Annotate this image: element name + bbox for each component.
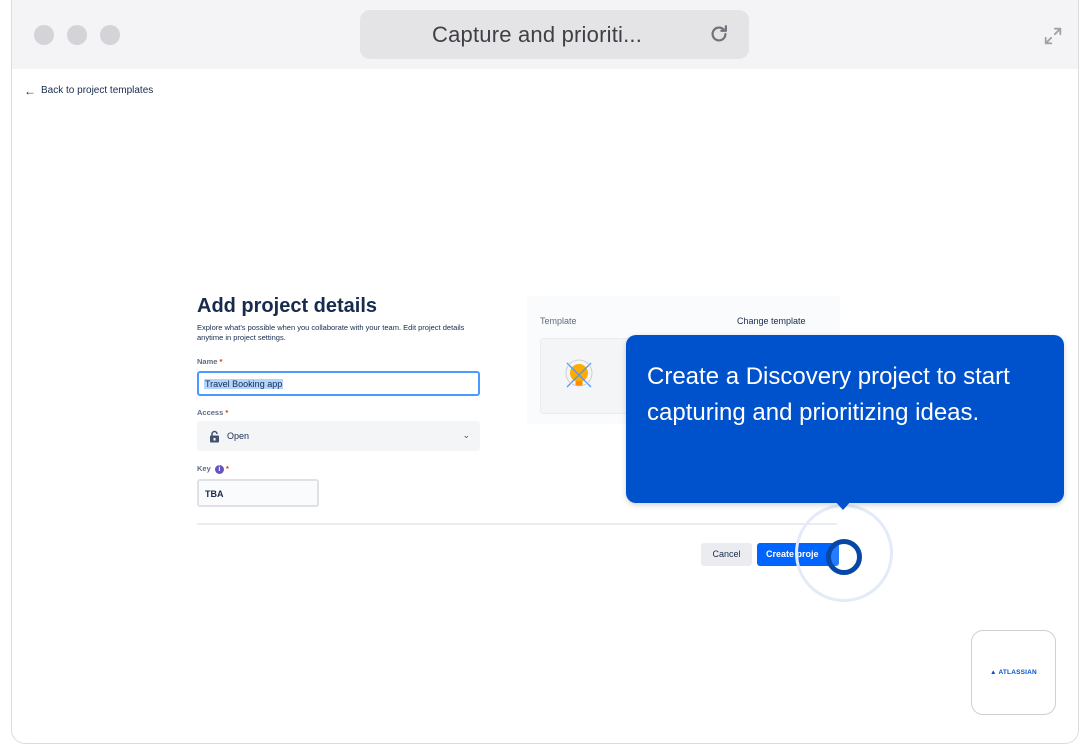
page-title: Add project details: [197, 295, 378, 317]
atlassian-badge[interactable]: ▲ ATLASSIAN: [971, 630, 1056, 715]
required-marker: *: [225, 408, 229, 417]
access-label: Access *: [197, 408, 229, 417]
window-minimize-dot[interactable]: [67, 25, 87, 45]
window-close-dot[interactable]: [34, 25, 54, 45]
template-label: Template: [540, 316, 577, 326]
expand-icon[interactable]: [1042, 25, 1064, 47]
cancel-button[interactable]: Cancel: [701, 543, 752, 566]
name-field[interactable]: Travel Booking app: [197, 371, 480, 396]
reload-icon[interactable]: [708, 23, 730, 45]
name-field-value: Travel Booking app: [204, 379, 284, 389]
info-icon[interactable]: i: [214, 464, 224, 474]
arrow-left-icon: ←: [24, 83, 36, 98]
focus-hotspot[interactable]: [826, 539, 862, 575]
access-select[interactable]: Open ⌄: [197, 421, 480, 451]
tooltip-pointer: [834, 500, 852, 510]
key-label: Key i *: [197, 464, 229, 474]
lock-icon: [210, 430, 219, 443]
back-to-templates-link[interactable]: ← Back to project templates: [24, 83, 154, 98]
access-value: Open: [227, 431, 250, 441]
window-maximize-dot[interactable]: [100, 25, 120, 45]
atlassian-triangle-icon: ▲: [990, 669, 997, 676]
atlassian-logo: ▲ ATLASSIAN: [990, 669, 1037, 676]
page-description: Explore what's possible when you collabo…: [197, 323, 465, 342]
address-bar[interactable]: Capture and prioriti...: [360, 10, 749, 59]
required-marker: *: [225, 464, 229, 473]
tooltip-text: Create a Discovery project to start capt…: [647, 363, 1010, 426]
guide-tooltip: Create a Discovery project to start capt…: [626, 335, 1064, 510]
chevron-down-icon: ⌄: [462, 430, 470, 440]
key-field-value: TBA: [205, 489, 224, 499]
form-divider: [197, 523, 837, 525]
name-label: Name *: [197, 357, 223, 366]
tab-title: Capture and prioriti...: [432, 22, 643, 47]
title-bar: Capture and prioriti...: [12, 0, 1078, 69]
required-marker: *: [219, 357, 223, 366]
change-template-link[interactable]: Change template: [737, 316, 806, 326]
back-link-label: Back to project templates: [41, 85, 154, 96]
key-field[interactable]: TBA: [197, 479, 319, 507]
discovery-lightbulb-icon: [565, 359, 593, 388]
